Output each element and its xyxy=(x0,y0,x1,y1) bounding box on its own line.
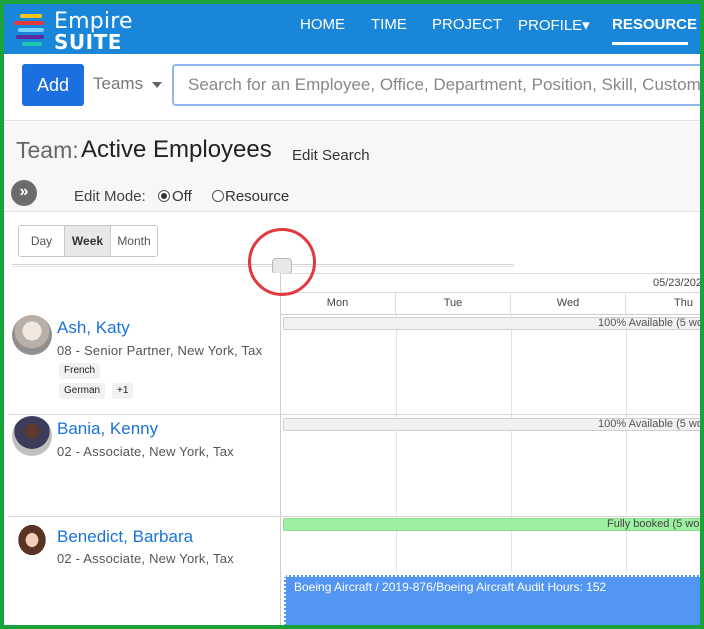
view-month-button[interactable]: Month xyxy=(111,226,157,256)
edit-mode-off-radio[interactable] xyxy=(158,190,170,202)
expand-sidebar-icon[interactable]: » xyxy=(11,180,37,206)
skill-tag: French xyxy=(59,363,101,379)
team-header: Team: Active Employees Edit Search » Edi… xyxy=(4,122,700,212)
employee-name-link[interactable]: Bania, Kenny xyxy=(57,419,158,439)
day-header-mon: Mon xyxy=(280,293,396,315)
nav-time[interactable]: TIME xyxy=(371,16,407,33)
nav-resource[interactable]: RESOURCE xyxy=(612,16,697,33)
employee-position: 08 - Senior Partner, New York, Tax xyxy=(57,343,263,358)
team-label: Team: xyxy=(16,137,79,163)
grid-divider xyxy=(280,273,281,625)
day-gridline xyxy=(396,315,397,515)
day-gridline xyxy=(626,315,627,515)
day-header-wed: Wed xyxy=(511,293,626,315)
employee-row: Ash, Katy 08 - Senior Partner, New York,… xyxy=(4,315,280,415)
employee-position: 02 - Associate, New York, Tax xyxy=(57,444,234,459)
edit-mode-resource-radio[interactable] xyxy=(212,190,224,202)
edit-search-link[interactable]: Edit Search xyxy=(292,147,370,164)
week-start-date: 05/23/202 xyxy=(653,277,702,289)
top-nav: Empire SUITE HOME TIME PROJECT PROFILE▾ … xyxy=(4,4,700,54)
chevron-down-icon[interactable] xyxy=(152,82,162,88)
team-name: Active Employees xyxy=(81,136,272,163)
availability-bar[interactable]: 100% Available (5 wo xyxy=(283,418,700,431)
availability-bar[interactable]: 100% Available (5 wo xyxy=(283,317,700,330)
edit-mode-off-label[interactable]: Off xyxy=(172,188,192,205)
employee-name-link[interactable]: Benedict, Barbara xyxy=(57,527,193,547)
active-nav-underline xyxy=(612,42,688,45)
view-week-button[interactable]: Week xyxy=(65,226,111,256)
view-day-button[interactable]: Day xyxy=(19,226,65,256)
nav-home[interactable]: HOME xyxy=(300,16,345,33)
nav-project[interactable]: PROJECT xyxy=(432,16,502,33)
resource-grid: 05/23/202 Mon Tue Wed Thu Ash, Katy 08 -… xyxy=(4,273,702,625)
view-toolbar: Day Week Month xyxy=(4,213,700,274)
day-gridline xyxy=(511,315,512,515)
highlight-circle-annotation xyxy=(248,228,316,296)
view-mode-toggle: Day Week Month xyxy=(18,225,158,257)
empire-suite-logo[interactable]: Empire SUITE xyxy=(14,8,144,54)
app-frame: Empire SUITE HOME TIME PROJECT PROFILE▾ … xyxy=(0,0,704,629)
day-header-thu: Thu xyxy=(626,293,700,315)
nav-profile[interactable]: PROFILE▾ xyxy=(518,16,590,34)
skill-tag: German xyxy=(59,383,106,399)
date-header: 05/23/202 xyxy=(280,273,702,293)
add-button[interactable]: Add xyxy=(22,64,84,106)
edit-mode-resource-label[interactable]: Resource xyxy=(225,188,289,205)
day-header-tue: Tue xyxy=(396,293,511,315)
employee-name-link[interactable]: Ash, Katy xyxy=(57,318,130,338)
employee-row: Bania, Kenny 02 - Associate, New York, T… xyxy=(4,415,280,515)
availability-bar[interactable]: Fully booked (5 wor xyxy=(283,518,700,531)
avatar[interactable] xyxy=(12,522,52,562)
edit-mode-label: Edit Mode: xyxy=(74,188,146,205)
avatar[interactable] xyxy=(12,416,52,456)
search-toolbar: Add Teams xyxy=(4,54,700,121)
teams-dropdown[interactable]: Teams xyxy=(93,74,143,94)
search-input[interactable] xyxy=(172,64,700,106)
more-tags-badge[interactable]: +1 xyxy=(112,383,134,399)
avatar[interactable] xyxy=(12,315,52,355)
employee-row: Benedict, Barbara 02 - Associate, New Yo… xyxy=(4,517,280,625)
employee-position: 02 - Associate, New York, Tax xyxy=(57,551,234,566)
assignment-block[interactable]: Boeing Aircraft / 2019-876/Boeing Aircra… xyxy=(284,575,700,625)
logo-text-suite: SUITE xyxy=(54,30,122,54)
